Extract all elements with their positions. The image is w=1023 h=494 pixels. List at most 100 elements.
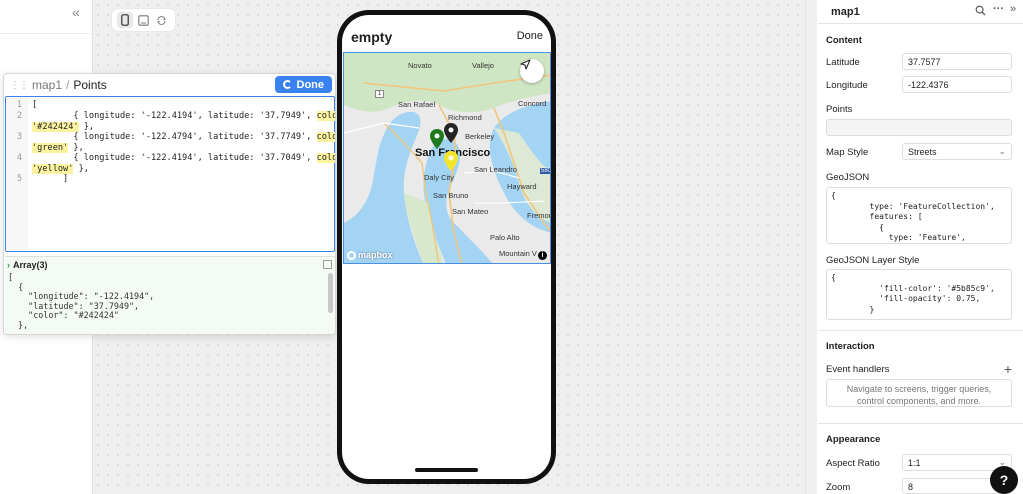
code-line: { longitude: '-122.4794', latitude: '37.… bbox=[32, 132, 335, 143]
done-button[interactable]: Done bbox=[274, 76, 332, 93]
line-number: 5 bbox=[16, 174, 22, 184]
editor-header: ⋮⋮ map1 / Points Done bbox=[4, 74, 335, 96]
latitude-input[interactable]: 37.7577 bbox=[902, 53, 1012, 70]
evaluated-result-panel: › Array(3) [ { "longitude": "-122.4194", … bbox=[5, 256, 335, 334]
search-icon[interactable] bbox=[975, 5, 986, 19]
highway-shield: 1 bbox=[375, 90, 385, 98]
inspector-scrollbar-track[interactable] bbox=[805, 0, 817, 494]
code-line: 'green' }, bbox=[32, 142, 84, 153]
map-style-value: Streets bbox=[908, 147, 937, 157]
map-label: Daly City bbox=[424, 173, 455, 182]
map-label: San Mateo bbox=[452, 207, 489, 216]
copy-icon[interactable] bbox=[323, 260, 332, 269]
map-pin-yellow[interactable] bbox=[444, 151, 458, 171]
longitude-label: Longitude bbox=[826, 80, 868, 91]
drag-handle-icon[interactable]: ⋮⋮ bbox=[10, 80, 29, 91]
inspector-panel: map1 ··· » Content Latitude 37.7577 Long… bbox=[805, 0, 1023, 494]
breadcrumb-separator: / bbox=[66, 78, 70, 92]
points-input[interactable] bbox=[826, 119, 1012, 136]
map-label: Hayward bbox=[507, 182, 537, 191]
mapbox-logo-icon bbox=[347, 250, 356, 260]
points-label: Points bbox=[826, 104, 853, 115]
tablet-icon[interactable] bbox=[135, 12, 151, 28]
map-label: Fremon bbox=[527, 211, 551, 220]
code-line: 'yellow' }, bbox=[32, 163, 89, 174]
divider bbox=[818, 423, 1023, 424]
navigation-arrow-icon bbox=[520, 59, 531, 70]
result-line: }, bbox=[8, 320, 29, 330]
home-indicator bbox=[415, 468, 478, 472]
map-label: San Bruno bbox=[433, 191, 469, 200]
device-toolbar bbox=[112, 9, 175, 31]
locate-me-button[interactable] bbox=[520, 59, 544, 83]
map-label: Berkeley bbox=[465, 132, 495, 141]
content-section-title: Content bbox=[826, 35, 862, 46]
line-number: 1 bbox=[16, 100, 22, 110]
appearance-section-title: Appearance bbox=[826, 434, 881, 445]
info-icon[interactable]: i bbox=[538, 251, 547, 260]
map-label: Palo Alto bbox=[490, 233, 520, 242]
line-number: 2 bbox=[16, 111, 22, 121]
chevron-right-icon: › bbox=[7, 260, 10, 270]
breadcrumb-component[interactable]: map1 bbox=[32, 78, 62, 92]
add-event-handler-icon[interactable]: + bbox=[1004, 361, 1012, 377]
left-sidebar-header bbox=[0, 20, 93, 34]
rotate-icon[interactable] bbox=[154, 12, 170, 28]
aspect-ratio-value: 1:1 bbox=[908, 458, 921, 468]
map-label: Vallejo bbox=[472, 61, 494, 70]
phone-icon[interactable] bbox=[117, 12, 134, 28]
more-options-icon[interactable]: ··· bbox=[993, 3, 1004, 15]
map-style-select[interactable]: Streets ⌄ bbox=[902, 143, 1012, 160]
help-button[interactable]: ? bbox=[990, 466, 1018, 494]
geojson-editor[interactable]: { type: 'FeatureCollection', features: [… bbox=[826, 187, 1012, 244]
code-line: { longitude: '-122.4194', latitude: '37.… bbox=[32, 111, 335, 122]
mapbox-logo[interactable]: mapbox bbox=[347, 250, 393, 260]
breadcrumb-field: Points bbox=[73, 78, 107, 92]
code-line: [ bbox=[32, 100, 38, 110]
interaction-section-title: Interaction bbox=[826, 341, 875, 352]
latitude-label: Latitude bbox=[826, 57, 860, 68]
inspector-content: map1 ··· » Content Latitude 37.7577 Long… bbox=[818, 0, 1023, 494]
event-handlers-empty-state[interactable]: Navigate to screens, trigger queries, co… bbox=[826, 379, 1012, 407]
map-pin-dark[interactable] bbox=[444, 123, 458, 143]
longitude-input[interactable]: -122.4376 bbox=[902, 76, 1012, 93]
line-number: 4 bbox=[16, 153, 22, 163]
map-label: Richmond bbox=[448, 113, 482, 122]
highway-shield: 580 bbox=[540, 168, 551, 174]
map-label: Novato bbox=[408, 61, 432, 70]
screen-done-button[interactable]: Done bbox=[517, 30, 543, 42]
component-name[interactable]: map1 bbox=[831, 6, 860, 18]
geojson-layer-style-editor[interactable]: { 'fill-color': '#5b85c9', 'fill-opacity… bbox=[826, 269, 1012, 320]
map-label: Concord bbox=[518, 99, 547, 108]
screen-title: empty bbox=[351, 29, 393, 45]
divider bbox=[818, 330, 1023, 331]
code-line: ] bbox=[32, 174, 69, 184]
phone-screen: empty Done Novato Vallejo Concord San Ra… bbox=[342, 15, 551, 479]
phone-frame: empty Done Novato Vallejo Concord San Ra… bbox=[337, 10, 556, 484]
result-header[interactable]: › Array(3) bbox=[7, 260, 48, 271]
map-label: San Leandro bbox=[474, 165, 517, 174]
geojson-layer-style-label: GeoJSON Layer Style bbox=[826, 255, 920, 266]
code-editor[interactable]: 1 2 3 4 5 [ { longitude: '-122.4194', la… bbox=[5, 96, 335, 252]
line-number: 3 bbox=[16, 132, 22, 142]
chevron-down-icon: ⌄ bbox=[998, 146, 1006, 156]
divider bbox=[818, 23, 1023, 24]
aspect-ratio-label: Aspect Ratio bbox=[826, 458, 880, 469]
refresh-icon bbox=[282, 80, 292, 89]
zoom-label: Zoom bbox=[826, 482, 851, 493]
map-label: Mountain V bbox=[499, 249, 537, 258]
result-scrollbar[interactable] bbox=[328, 273, 333, 313]
map-view[interactable]: Novato Vallejo Concord San Rafael Richmo… bbox=[343, 52, 551, 264]
map-label: San Rafael bbox=[398, 100, 436, 109]
map-style-label: Map Style bbox=[826, 147, 869, 158]
map-pin-green[interactable] bbox=[430, 129, 444, 149]
event-handlers-label: Event handlers bbox=[826, 364, 890, 375]
collapse-sidebar-icon[interactable]: « bbox=[72, 4, 80, 20]
done-button-label: Done bbox=[296, 78, 325, 91]
double-chevron-right-icon[interactable]: » bbox=[1010, 3, 1016, 15]
points-editor-popover: ⋮⋮ map1 / Points Done 1 2 3 4 5 [ { long… bbox=[3, 73, 336, 335]
code-line: { longitude: '-122.4194', latitude: '37.… bbox=[32, 153, 335, 164]
code-line: '#242424' }, bbox=[32, 121, 95, 132]
screen-header: empty Done bbox=[342, 15, 551, 53]
geojson-label: GeoJSON bbox=[826, 172, 870, 183]
